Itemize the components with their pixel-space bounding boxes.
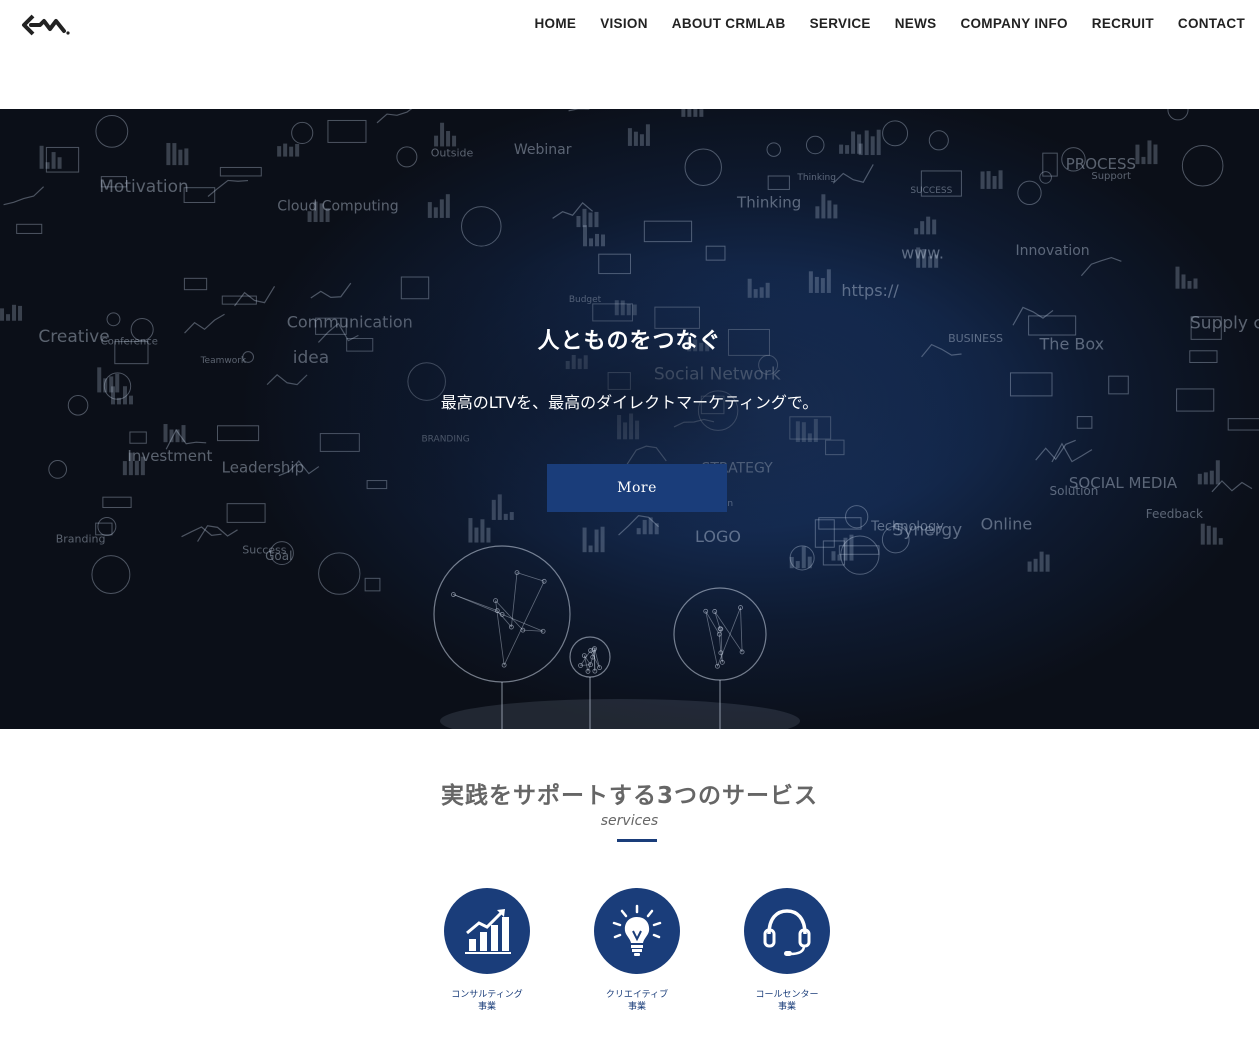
service-label: クリエイティブ 事業 [605,990,669,1012]
service-call-center[interactable]: コールセンター 事業 [717,888,857,1013]
nav-company-info[interactable]: COMPANY INFO [960,16,1067,31]
nav-vision[interactable]: VISION [600,16,648,31]
nav-news[interactable]: NEWS [895,16,937,31]
service-consulting[interactable]: コンサルティング 事業 [417,888,557,1013]
hero-section: FeedbackMotivationSolutionBUSINESSCommun… [0,109,1259,729]
nav-service[interactable]: SERVICE [810,16,871,31]
services-title: 実践をサポートする3つのサービス [440,783,818,809]
service-creative[interactable]: クリエイティブ 事業 [567,888,707,1013]
lightbulb-icon [594,888,680,974]
service-label: コールセンター 事業 [755,990,819,1012]
services-subtitle: services [600,813,659,829]
hero-subtitle: 最高のLTVを、最高のダイレクトマーケティングで。 [440,393,819,412]
main-nav: HOME VISION ABOUT CRMLAB SERVICE NEWS CO… [535,16,1246,31]
nav-home[interactable]: HOME [535,16,577,31]
site-header: HOME VISION ABOUT CRMLAB SERVICE NEWS CO… [0,0,1259,109]
crm-logo-icon [22,14,70,36]
logo[interactable] [20,10,72,40]
hero-title: 人とものをつなぐ [537,329,722,354]
hero-overlay [0,109,1259,729]
more-button[interactable]: More [547,464,727,512]
headset-icon [744,888,830,974]
service-label: コンサルティング 事業 [451,990,523,1012]
nav-contact[interactable]: CONTACT [1178,16,1245,31]
nav-recruit[interactable]: RECRUIT [1092,16,1154,31]
nav-about[interactable]: ABOUT CRMLAB [672,16,786,31]
growth-chart-icon [444,888,530,974]
services-divider [617,839,657,842]
